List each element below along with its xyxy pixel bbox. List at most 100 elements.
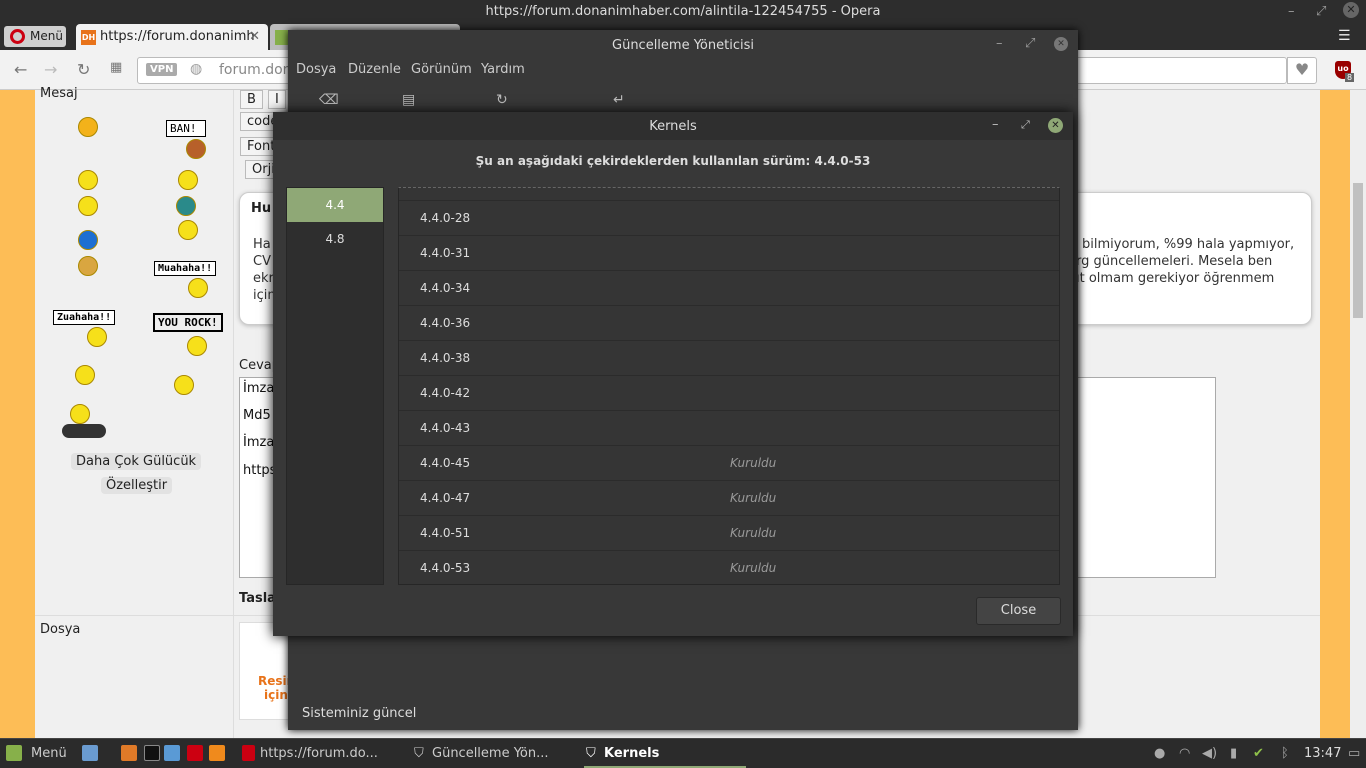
kernel-row[interactable]: 4.4.0-36: [399, 306, 1059, 341]
post-text: rg güncellemeleri. Mesela ben: [1076, 254, 1273, 269]
smiley-icon[interactable]: [78, 230, 98, 250]
speed-dial-icon[interactable]: ▦: [110, 60, 122, 75]
italic-button[interactable]: I: [268, 90, 286, 109]
tab-menu-icon[interactable]: ☰: [1338, 28, 1351, 44]
more-smileys-button[interactable]: Daha Çok Gülücük: [71, 453, 202, 470]
vpn-badge[interactable]: VPN: [146, 63, 178, 76]
battery-icon[interactable]: ▮: [1230, 746, 1237, 761]
kernel-row[interactable]: 4.4.0-28: [399, 201, 1059, 236]
guitar-smiley-icon[interactable]: [70, 404, 90, 424]
update-shield-icon[interactable]: ✔: [1253, 746, 1264, 761]
kernel-version: 4.4.0-47: [420, 491, 471, 505]
smiley-icon[interactable]: [78, 170, 98, 190]
bookmark-heart-icon[interactable]: ♥: [1287, 57, 1317, 84]
tab-forum[interactable]: DH https://forum.donanimh ✕: [76, 24, 268, 50]
opera-menu-button[interactable]: Menü: [4, 26, 66, 47]
maximize-icon[interactable]: ⤢: [1025, 36, 1035, 51]
refresh-icon[interactable]: ↻: [496, 92, 508, 108]
status-text: Sisteminiz güncel: [302, 706, 417, 721]
post-text: Ha: [253, 237, 271, 252]
bluetooth-icon[interactable]: ᛒ: [1281, 746, 1289, 761]
files-icon[interactable]: [164, 745, 180, 761]
smiley-icon[interactable]: [78, 117, 98, 137]
kernel-series-list: 4.4 4.8: [286, 187, 384, 585]
smiley-ban-sign[interactable]: BAN!: [166, 120, 206, 159]
minimize-icon[interactable]: –: [996, 36, 1003, 51]
scrollbar-thumb[interactable]: [1353, 183, 1363, 318]
post-text: bilmiyorum, %99 hala yapmıyor,: [1082, 237, 1295, 252]
close-button[interactable]: Close: [976, 597, 1061, 625]
smiley-icon[interactable]: [178, 220, 198, 240]
series-item-4-8[interactable]: 4.8: [287, 222, 383, 256]
kernel-row[interactable]: 4.4.0-51 Kuruldu: [399, 516, 1059, 551]
forward-icon[interactable]: →: [44, 60, 57, 79]
reload-icon[interactable]: ↻: [77, 60, 90, 79]
maximize-icon[interactable]: ⤢: [1021, 118, 1030, 132]
minimize-icon[interactable]: –: [992, 117, 999, 132]
wifi-icon[interactable]: ◠: [1179, 746, 1190, 761]
firefox-icon[interactable]: [121, 745, 137, 761]
taskbar-window-update-manager[interactable]: Güncelleme Yön...: [432, 746, 549, 761]
smiley-icon: [187, 336, 207, 356]
shield-icon: ⛉: [414, 746, 424, 761]
left-border-strip: [0, 90, 35, 738]
opera-logo-icon: [10, 29, 25, 44]
start-menu-button[interactable]: Menü: [31, 746, 67, 761]
kernel-row[interactable]: 4.4.0-42: [399, 376, 1059, 411]
clear-icon[interactable]: ⌫: [319, 92, 339, 108]
kernel-row[interactable]: 4.4.0-53 Kuruldu: [399, 551, 1059, 584]
minimize-icon[interactable]: –: [1288, 4, 1295, 19]
show-desktop-icon[interactable]: [82, 745, 98, 761]
menu-view[interactable]: Görünüm: [411, 62, 472, 77]
site-info-icon[interactable]: ◍: [190, 61, 202, 77]
series-item-4-4[interactable]: 4.4: [287, 188, 383, 222]
kernels-dialog: Kernels – ⤢ ✕ Şu an aşağıdaki çekirdekle…: [273, 112, 1073, 636]
shield-icon: ⛉: [586, 746, 596, 761]
smiley-icon[interactable]: [78, 256, 98, 276]
smiley-icon[interactable]: [75, 365, 95, 385]
rss-icon[interactable]: [209, 745, 225, 761]
kernel-row[interactable]: 4.4.0-47 Kuruldu: [399, 481, 1059, 516]
terminal-icon[interactable]: [144, 745, 160, 761]
mint-menu-icon[interactable]: [6, 745, 22, 761]
taskbar-window-kernels[interactable]: Kernels: [604, 746, 659, 761]
workspace-icon[interactable]: ▭: [1348, 746, 1360, 761]
sign-text: Zuahaha!!: [53, 310, 116, 325]
menu-edit[interactable]: Düzenle: [348, 62, 401, 77]
file-label: Dosya: [40, 622, 81, 637]
customize-button[interactable]: Özelleştir: [101, 477, 173, 494]
close-icon[interactable]: ✕: [1054, 37, 1068, 51]
kernel-row[interactable]: 4.4.0-45 Kuruldu: [399, 446, 1059, 481]
install-icon[interactable]: ↵: [613, 92, 625, 108]
maximize-icon[interactable]: ⤢: [1316, 4, 1326, 19]
kernel-row[interactable]: 4.4.0-38: [399, 341, 1059, 376]
kernel-version: 4.4.0-28: [420, 211, 471, 225]
close-icon[interactable]: ✕: [1343, 2, 1359, 18]
document-icon[interactable]: ▤: [402, 92, 415, 108]
tab-close-icon[interactable]: ✕: [249, 29, 260, 44]
smiley-zuahaha-sign[interactable]: Zuahaha!!: [53, 310, 116, 347]
taskbar-window-opera[interactable]: https://forum.do...: [260, 746, 378, 761]
smiley-you-rock-sign[interactable]: YOU ROCK!: [153, 313, 223, 356]
kernel-row[interactable]: 4.4.0-43: [399, 411, 1059, 446]
bold-button[interactable]: B: [240, 90, 263, 109]
smiley-icon[interactable]: [174, 375, 194, 395]
menu-label: Menü: [30, 29, 63, 43]
menu-file[interactable]: Dosya: [296, 62, 336, 77]
opera-icon[interactable]: [187, 745, 203, 761]
smiley-icon[interactable]: [78, 196, 98, 216]
smiley-muahaha-sign[interactable]: Muahaha!!: [154, 261, 217, 298]
close-icon[interactable]: ✕: [1048, 118, 1063, 133]
menu-help[interactable]: Yardım: [481, 62, 525, 77]
smiley-icon[interactable]: [176, 196, 196, 216]
kernel-row[interactable]: 4.4.0-31: [399, 236, 1059, 271]
volume-icon[interactable]: ◀): [1202, 746, 1217, 761]
smiley-icon[interactable]: [178, 170, 198, 190]
kernel-version: 4.4.0-53: [420, 561, 471, 575]
user-icon[interactable]: ●: [1154, 746, 1165, 761]
message-label: Mesaj: [40, 86, 78, 101]
kernel-row[interactable]: 4.4.0-34: [399, 271, 1059, 306]
clock[interactable]: 13:47: [1304, 746, 1341, 761]
back-icon[interactable]: ←: [14, 60, 27, 79]
taskbar-content: Menü https://forum.do... ⛉ Güncelleme Yö…: [0, 738, 1366, 768]
